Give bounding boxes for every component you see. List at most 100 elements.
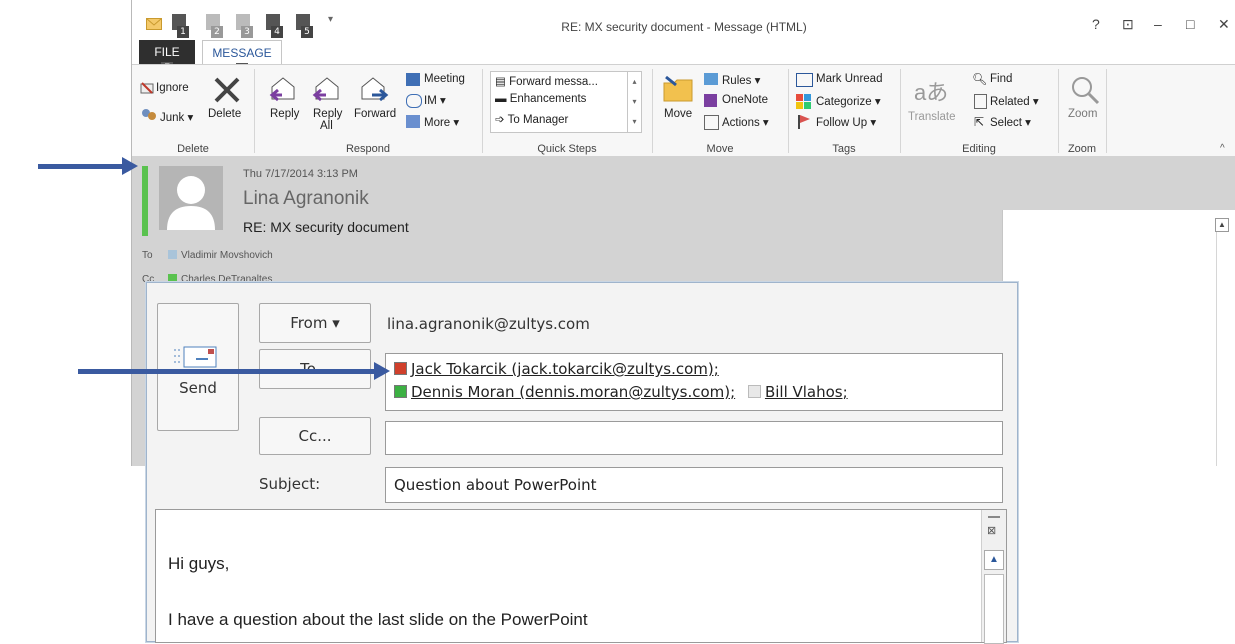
help-button[interactable]: ? (1092, 16, 1100, 32)
to-recipient[interactable]: Vladimir Movshovich (181, 250, 273, 261)
arrow-head (374, 362, 390, 380)
scroll-up-arrow-icon[interactable]: ▲ (1215, 218, 1229, 232)
vertical-scrollbar[interactable]: ⊠ ▲ (981, 510, 1006, 644)
arrow-shaft (78, 369, 378, 374)
translate-button[interactable]: Translate (908, 111, 956, 123)
ribbon-display-button[interactable]: ⊡ (1122, 16, 1134, 33)
scroll-up-arrow-icon[interactable]: ▲ (984, 550, 1004, 570)
group-separator (1058, 69, 1059, 153)
zoom-icon (1072, 77, 1100, 105)
rules-label: Rules (722, 75, 752, 87)
meeting-button[interactable]: Meeting (424, 73, 465, 85)
rules-icon (704, 73, 718, 85)
im-button[interactable]: IM ▾ (424, 93, 446, 107)
reply-all-button-line2[interactable]: All (320, 120, 333, 132)
recipient[interactable]: Jack Tokarcik (jack.tokarcik@zultys.com)… (394, 360, 719, 378)
to-label: To (142, 250, 153, 261)
from-address: lina.agranonik@zultys.com (387, 315, 590, 333)
quick-step-enhancements[interactable]: ▬ Enhancements (495, 93, 586, 105)
ignore-button[interactable]: Ignore (156, 82, 189, 94)
collapse-ribbon-icon[interactable]: ^ (1220, 143, 1225, 154)
delete-icon (214, 77, 240, 103)
related-button[interactable]: Related ▾ (990, 94, 1039, 108)
follow-up-button[interactable]: Follow Up ▾ (816, 115, 876, 129)
ignore-icon (140, 82, 154, 94)
flag-icon (798, 115, 810, 129)
presence-square-unknown (747, 385, 761, 398)
delete-button[interactable]: Delete (208, 108, 241, 120)
actions-icon (704, 115, 719, 130)
related-label: Related (990, 96, 1030, 108)
forward-button[interactable]: Forward (354, 108, 396, 120)
im-icon (406, 94, 422, 108)
presence-square-available (394, 385, 407, 398)
zoom-button[interactable]: Zoom (1068, 108, 1097, 120)
from-button[interactable]: From ▾ (259, 303, 371, 343)
quick-step-label: Enhancements (509, 93, 587, 105)
recipient-label: Bill Vlahos; (764, 383, 848, 401)
select-label: Select (990, 117, 1022, 129)
select-button[interactable]: Select ▾ (990, 115, 1031, 129)
actions-button[interactable]: Actions ▾ (722, 115, 769, 129)
find-button[interactable]: Find (990, 73, 1012, 85)
mark-unread-icon (796, 73, 813, 87)
minimize-button[interactable]: – (1154, 16, 1162, 32)
group-separator (254, 69, 255, 153)
reply-icon (269, 77, 295, 102)
presence-indicator (142, 166, 148, 236)
close-button[interactable]: ✕ (1218, 16, 1230, 33)
more-label: More (424, 117, 451, 129)
message-body-editor[interactable]: Hi guys, I have a question about the las… (155, 509, 1007, 644)
quick-step-forward[interactable]: ▤ Forward messa... (495, 74, 598, 88)
message-body-pane: ▲ (1002, 210, 1235, 466)
group-separator (1106, 69, 1107, 153)
cc-field[interactable] (385, 421, 1003, 455)
group-label-delete: Delete (177, 143, 209, 155)
reply-button[interactable]: Reply (270, 108, 299, 120)
junk-button[interactable]: Junk ▾ (160, 110, 193, 124)
categorize-button[interactable]: Categorize ▾ (816, 94, 881, 108)
group-label-quick-steps: Quick Steps (537, 143, 597, 155)
quick-step-to-manager[interactable]: ➩ To Manager (495, 112, 568, 126)
quick-steps-gallery[interactable]: ▤ Forward messa... ▬ Enhancements ➩ To M… (490, 71, 642, 133)
tab-message-label: MESSAGE (212, 46, 272, 60)
meeting-icon (406, 73, 420, 86)
onenote-icon (704, 94, 717, 107)
message-sender[interactable]: Lina Agranonik (243, 188, 369, 210)
to-field[interactable]: Jack Tokarcik (jack.tokarcik@zultys.com)… (385, 353, 1003, 411)
window-title: RE: MX security document - Message (HTML… (561, 20, 807, 34)
group-label-respond: Respond (345, 143, 391, 155)
recipient[interactable]: Dennis Moran (dennis.moran@zultys.com); (394, 383, 735, 401)
follow-up-label: Follow Up (816, 117, 868, 129)
presence-square (168, 250, 177, 259)
cc-button[interactable]: Cc... (259, 417, 371, 455)
ruler-toggle-icon[interactable]: ⊠ (987, 524, 996, 537)
maximize-button[interactable]: □ (1186, 16, 1194, 32)
categorize-icon (796, 94, 811, 109)
gallery-scroll[interactable]: ▴ ▾ ▾ (627, 72, 641, 132)
title-bar: 1 2 3 4 5 ▾ RE: MX security document - M… (132, 0, 1235, 40)
subject-field[interactable]: Question about PowerPoint (385, 467, 1003, 503)
move-button[interactable]: Move (664, 108, 692, 120)
tab-file[interactable]: FILE F (139, 40, 195, 73)
onenote-button[interactable]: OneNote (722, 94, 768, 106)
subject-label: Subject: (259, 475, 321, 493)
more-button[interactable]: More ▾ (424, 115, 459, 129)
tab-message[interactable]: MESSAGE H (202, 40, 282, 74)
group-label-move: Move (706, 143, 734, 155)
recipient[interactable]: Bill Vlahos; (747, 383, 848, 401)
translate-icon: aあ (914, 80, 949, 105)
body-line: Hi guys, (168, 554, 230, 573)
send-button[interactable]: Send (157, 303, 239, 431)
scrollbar-track[interactable] (1216, 232, 1229, 466)
junk-icon (142, 109, 156, 120)
rules-button[interactable]: Rules ▾ (722, 73, 760, 87)
mark-unread-button[interactable]: Mark Unread (816, 73, 882, 85)
message-date: Thu 7/17/2014 3:13 PM (243, 168, 358, 180)
scroll-thumb[interactable] (984, 574, 1004, 644)
actions-label: Actions (722, 117, 760, 129)
group-label-tags: Tags (832, 143, 856, 155)
reply-all-button-line1[interactable]: Reply (313, 108, 342, 120)
splitter-handle[interactable] (988, 516, 1000, 518)
group-separator (788, 69, 789, 153)
